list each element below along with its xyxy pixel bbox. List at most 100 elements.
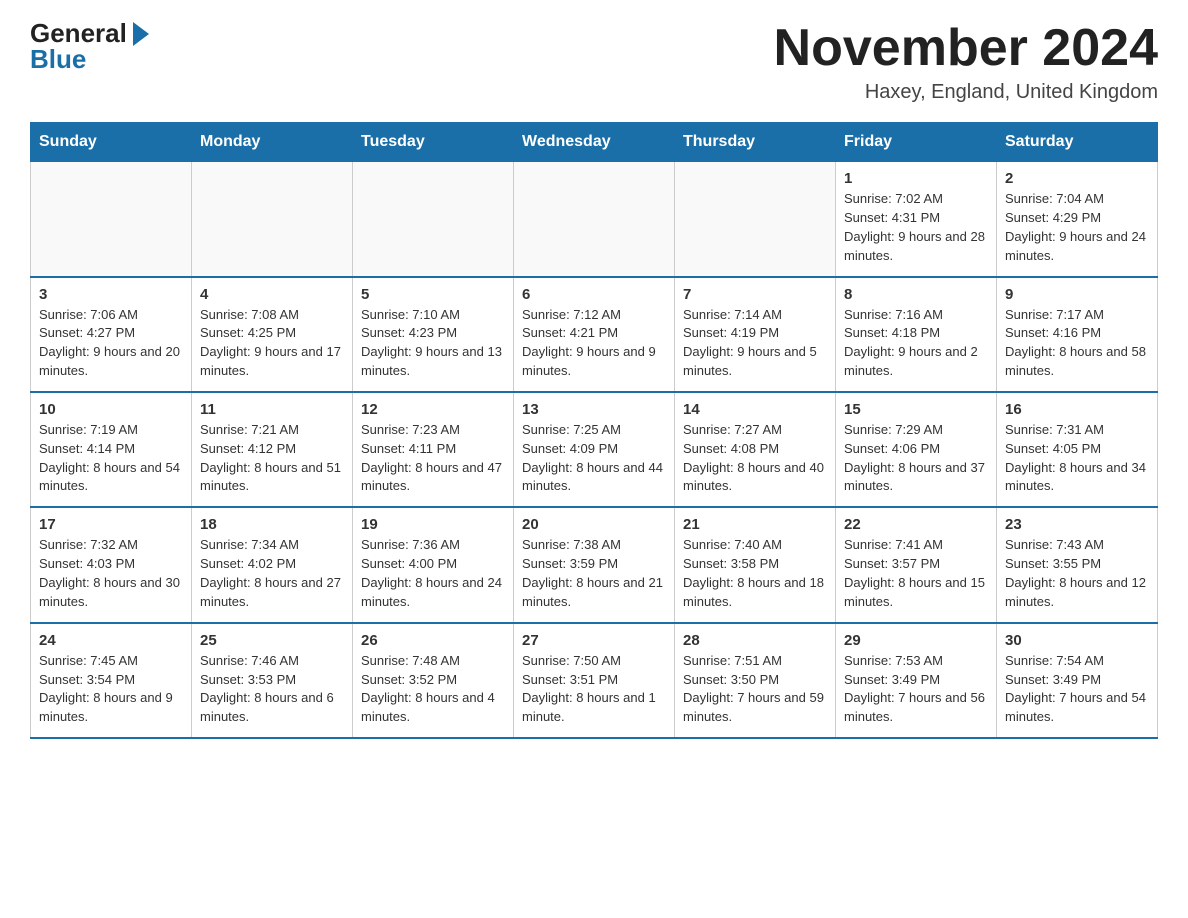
- day-number: 8: [844, 286, 988, 303]
- weekday-header-sunday: Sunday: [31, 123, 192, 162]
- day-info: Sunrise: 7:21 AM Sunset: 4:12 PM Dayligh…: [200, 421, 344, 496]
- logo: General Blue: [30, 20, 149, 72]
- calendar-cell: 1Sunrise: 7:02 AM Sunset: 4:31 PM Daylig…: [836, 162, 997, 277]
- day-info: Sunrise: 7:06 AM Sunset: 4:27 PM Dayligh…: [39, 306, 183, 381]
- day-number: 30: [1005, 632, 1149, 649]
- calendar-cell: 5 Sunrise: 7:10 AM Sunset: 4:23 PM Daylig…: [353, 277, 514, 392]
- day-number: 21: [683, 516, 827, 533]
- title-block: November 2024 Haxey, England, United Kin…: [774, 20, 1158, 104]
- day-number: 14: [683, 401, 827, 418]
- day-info: Sunrise: 7:23 AM Sunset: 4:11 PM Dayligh…: [361, 421, 505, 496]
- calendar-cell: [353, 162, 514, 277]
- calendar-cell: 21 Sunrise: 7:40 AM Sunset: 3:58 PM Dayli…: [675, 507, 836, 622]
- calendar-cell: 8 Sunrise: 7:16 AM Sunset: 4:18 PM Daylig…: [836, 277, 997, 392]
- calendar-cell: 28 Sunrise: 7:51 AM Sunset: 3:50 PM Dayli…: [675, 623, 836, 738]
- calendar-cell: [514, 162, 675, 277]
- calendar-cell: 26 Sunrise: 7:48 AM Sunset: 3:52 PM Dayli…: [353, 623, 514, 738]
- calendar-cell: 22Sunrise: 7:41 AM Sunset: 3:57 PM Dayli…: [836, 507, 997, 622]
- day-number: 11: [200, 401, 344, 418]
- logo-general-text: General: [30, 20, 149, 46]
- calendar-cell: 9 Sunrise: 7:17 AM Sunset: 4:16 PM Daylig…: [997, 277, 1158, 392]
- day-number: 2: [1005, 170, 1149, 187]
- day-info: Sunrise: 7:51 AM Sunset: 3:50 PM Dayligh…: [683, 652, 827, 727]
- day-info: Sunrise: 7:45 AM Sunset: 3:54 PM Dayligh…: [39, 652, 183, 727]
- day-number: 29: [844, 632, 988, 649]
- calendar-cell: 13Sunrise: 7:25 AM Sunset: 4:09 PM Dayli…: [514, 392, 675, 507]
- day-info: Sunrise: 7:02 AM Sunset: 4:31 PM Dayligh…: [844, 190, 988, 265]
- day-number: 22: [844, 516, 988, 533]
- day-info: Sunrise: 7:10 AM Sunset: 4:23 PM Dayligh…: [361, 306, 505, 381]
- day-info: Sunrise: 7:40 AM Sunset: 3:58 PM Dayligh…: [683, 536, 827, 611]
- day-info: Sunrise: 7:29 AM Sunset: 4:06 PM Dayligh…: [844, 421, 988, 496]
- calendar-table: SundayMondayTuesdayWednesdayThursdayFrid…: [30, 122, 1158, 739]
- calendar-cell: 15 Sunrise: 7:29 AM Sunset: 4:06 PM Dayli…: [836, 392, 997, 507]
- calendar-cell: 23Sunrise: 7:43 AM Sunset: 3:55 PM Dayli…: [997, 507, 1158, 622]
- day-info: Sunrise: 7:38 AM Sunset: 3:59 PM Dayligh…: [522, 536, 666, 611]
- calendar-cell: 18Sunrise: 7:34 AM Sunset: 4:02 PM Dayli…: [192, 507, 353, 622]
- calendar-week-row: 1Sunrise: 7:02 AM Sunset: 4:31 PM Daylig…: [31, 162, 1158, 277]
- day-number: 9: [1005, 286, 1149, 303]
- calendar-cell: 7 Sunrise: 7:14 AM Sunset: 4:19 PM Daylig…: [675, 277, 836, 392]
- day-info: Sunrise: 7:27 AM Sunset: 4:08 PM Dayligh…: [683, 421, 827, 496]
- logo-triangle-icon: [133, 22, 149, 46]
- day-number: 4: [200, 286, 344, 303]
- calendar-cell: 27 Sunrise: 7:50 AM Sunset: 3:51 PM Dayli…: [514, 623, 675, 738]
- calendar-cell: [192, 162, 353, 277]
- day-info: Sunrise: 7:53 AM Sunset: 3:49 PM Dayligh…: [844, 652, 988, 727]
- page-header: General Blue November 2024 Haxey, Englan…: [30, 20, 1158, 104]
- day-info: Sunrise: 7:32 AM Sunset: 4:03 PM Dayligh…: [39, 536, 183, 611]
- calendar-cell: 4 Sunrise: 7:08 AM Sunset: 4:25 PM Daylig…: [192, 277, 353, 392]
- calendar-cell: 19 Sunrise: 7:36 AM Sunset: 4:00 PM Dayli…: [353, 507, 514, 622]
- calendar-cell: 3Sunrise: 7:06 AM Sunset: 4:27 PM Daylig…: [31, 277, 192, 392]
- day-info: Sunrise: 7:19 AM Sunset: 4:14 PM Dayligh…: [39, 421, 183, 496]
- day-number: 15: [844, 401, 988, 418]
- day-info: Sunrise: 7:14 AM Sunset: 4:19 PM Dayligh…: [683, 306, 827, 381]
- calendar-cell: 11 Sunrise: 7:21 AM Sunset: 4:12 PM Dayli…: [192, 392, 353, 507]
- day-number: 12: [361, 401, 505, 418]
- weekday-header-wednesday: Wednesday: [514, 123, 675, 162]
- day-info: Sunrise: 7:48 AM Sunset: 3:52 PM Dayligh…: [361, 652, 505, 727]
- day-number: 24: [39, 632, 183, 649]
- calendar-cell: 20 Sunrise: 7:38 AM Sunset: 3:59 PM Dayli…: [514, 507, 675, 622]
- weekday-header-thursday: Thursday: [675, 123, 836, 162]
- day-info: Sunrise: 7:54 AM Sunset: 3:49 PM Dayligh…: [1005, 652, 1149, 727]
- calendar-cell: 14 Sunrise: 7:27 AM Sunset: 4:08 PM Dayli…: [675, 392, 836, 507]
- calendar-cell: 6Sunrise: 7:12 AM Sunset: 4:21 PM Daylig…: [514, 277, 675, 392]
- weekday-header-monday: Monday: [192, 123, 353, 162]
- calendar-cell: 25Sunrise: 7:46 AM Sunset: 3:53 PM Dayli…: [192, 623, 353, 738]
- day-number: 26: [361, 632, 505, 649]
- location-text: Haxey, England, United Kingdom: [774, 81, 1158, 104]
- day-info: Sunrise: 7:16 AM Sunset: 4:18 PM Dayligh…: [844, 306, 988, 381]
- calendar-cell: 17 Sunrise: 7:32 AM Sunset: 4:03 PM Dayli…: [31, 507, 192, 622]
- day-number: 5: [361, 286, 505, 303]
- day-number: 13: [522, 401, 666, 418]
- day-info: Sunrise: 7:50 AM Sunset: 3:51 PM Dayligh…: [522, 652, 666, 727]
- day-number: 7: [683, 286, 827, 303]
- day-info: Sunrise: 7:31 AM Sunset: 4:05 PM Dayligh…: [1005, 421, 1149, 496]
- weekday-header-tuesday: Tuesday: [353, 123, 514, 162]
- calendar-cell: 30 Sunrise: 7:54 AM Sunset: 3:49 PM Dayli…: [997, 623, 1158, 738]
- day-number: 10: [39, 401, 183, 418]
- day-number: 27: [522, 632, 666, 649]
- logo-blue-text: Blue: [30, 46, 86, 72]
- weekday-header-row: SundayMondayTuesdayWednesdayThursdayFrid…: [31, 123, 1158, 162]
- calendar-cell: 24 Sunrise: 7:45 AM Sunset: 3:54 PM Dayli…: [31, 623, 192, 738]
- month-title: November 2024: [774, 20, 1158, 77]
- calendar-cell: [675, 162, 836, 277]
- day-number: 20: [522, 516, 666, 533]
- calendar-cell: 12 Sunrise: 7:23 AM Sunset: 4:11 PM Dayli…: [353, 392, 514, 507]
- day-number: 19: [361, 516, 505, 533]
- calendar-cell: 2 Sunrise: 7:04 AM Sunset: 4:29 PM Daylig…: [997, 162, 1158, 277]
- day-info: Sunrise: 7:36 AM Sunset: 4:00 PM Dayligh…: [361, 536, 505, 611]
- calendar-cell: 16 Sunrise: 7:31 AM Sunset: 4:05 PM Dayli…: [997, 392, 1158, 507]
- day-number: 17: [39, 516, 183, 533]
- day-number: 16: [1005, 401, 1149, 418]
- day-number: 23: [1005, 516, 1149, 533]
- weekday-header-friday: Friday: [836, 123, 997, 162]
- day-info: Sunrise: 7:04 AM Sunset: 4:29 PM Dayligh…: [1005, 190, 1149, 265]
- day-info: Sunrise: 7:08 AM Sunset: 4:25 PM Dayligh…: [200, 306, 344, 381]
- day-info: Sunrise: 7:17 AM Sunset: 4:16 PM Dayligh…: [1005, 306, 1149, 381]
- calendar-week-row: 17 Sunrise: 7:32 AM Sunset: 4:03 PM Dayli…: [31, 507, 1158, 622]
- day-number: 28: [683, 632, 827, 649]
- weekday-header-saturday: Saturday: [997, 123, 1158, 162]
